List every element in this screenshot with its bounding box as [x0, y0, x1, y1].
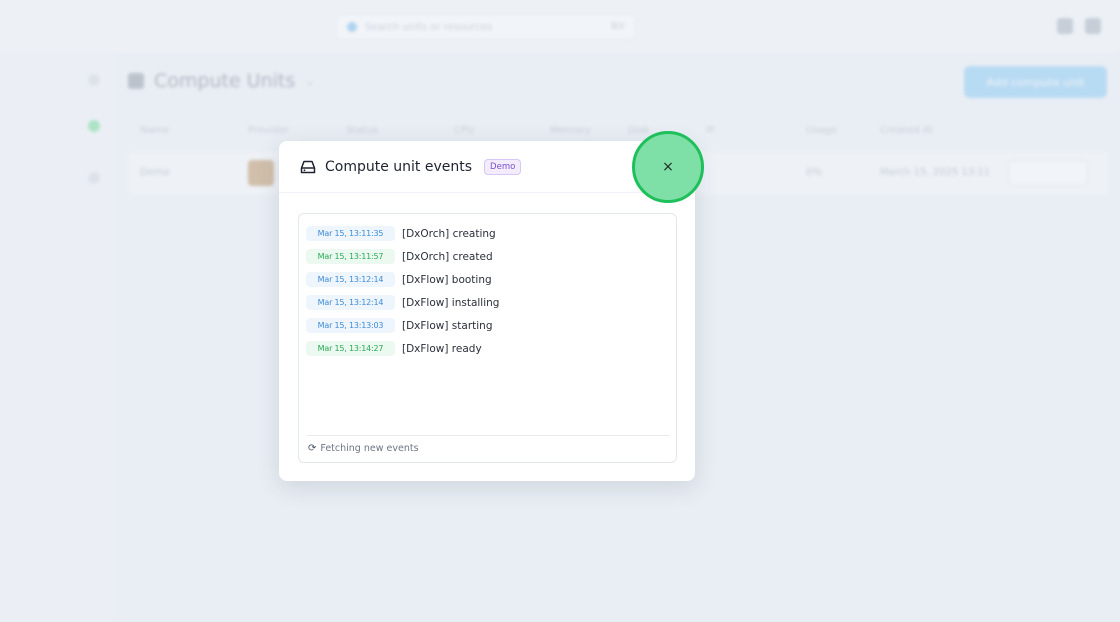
event-message: [DxFlow] booting: [402, 273, 492, 286]
event-message: [DxFlow] installing: [402, 296, 500, 309]
list-item: Mar 15, 13:13:03 [DxFlow] starting: [306, 314, 499, 337]
unit-name-badge: Demo: [484, 158, 522, 175]
event-message: [DxOrch] created: [402, 250, 493, 263]
event-message: [DxOrch] creating: [402, 227, 496, 240]
list-item: Mar 15, 13:14:27 [DxFlow] ready: [306, 337, 499, 360]
close-icon: ×: [662, 159, 674, 175]
event-timestamp: Mar 15, 13:13:03: [306, 318, 395, 333]
event-timestamp: Mar 15, 13:11:35: [306, 226, 395, 241]
list-item: Mar 15, 13:11:57 [DxOrch] created: [306, 245, 499, 268]
list-item: Mar 15, 13:11:35 [DxOrch] creating: [306, 222, 499, 245]
hard-drive-icon: [300, 160, 316, 173]
fetch-status-text: Fetching new events: [320, 443, 419, 454]
events-list: Mar 15, 13:11:35 [DxOrch] creating Mar 1…: [306, 222, 499, 360]
event-timestamp: Mar 15, 13:12:14: [306, 295, 395, 310]
close-button[interactable]: ×: [632, 131, 704, 203]
sync-icon: ⟳: [308, 443, 317, 454]
event-timestamp: Mar 15, 13:14:27: [306, 341, 395, 356]
event-message: [DxFlow] starting: [402, 319, 493, 332]
divider: [307, 435, 670, 436]
fetch-status: ⟳ Fetching new events: [308, 443, 419, 454]
event-message: [DxFlow] ready: [402, 342, 482, 355]
events-log[interactable]: Mar 15, 13:11:35 [DxOrch] creating Mar 1…: [298, 213, 677, 463]
modal-title: Compute unit events: [325, 158, 473, 175]
list-item: Mar 15, 13:12:14 [DxFlow] booting: [306, 268, 499, 291]
events-modal: Compute unit events Demo Mar 15, 13:11:3…: [279, 141, 695, 481]
list-item: Mar 15, 13:12:14 [DxFlow] installing: [306, 291, 499, 314]
event-timestamp: Mar 15, 13:11:57: [306, 249, 395, 264]
event-timestamp: Mar 15, 13:12:14: [306, 272, 395, 287]
